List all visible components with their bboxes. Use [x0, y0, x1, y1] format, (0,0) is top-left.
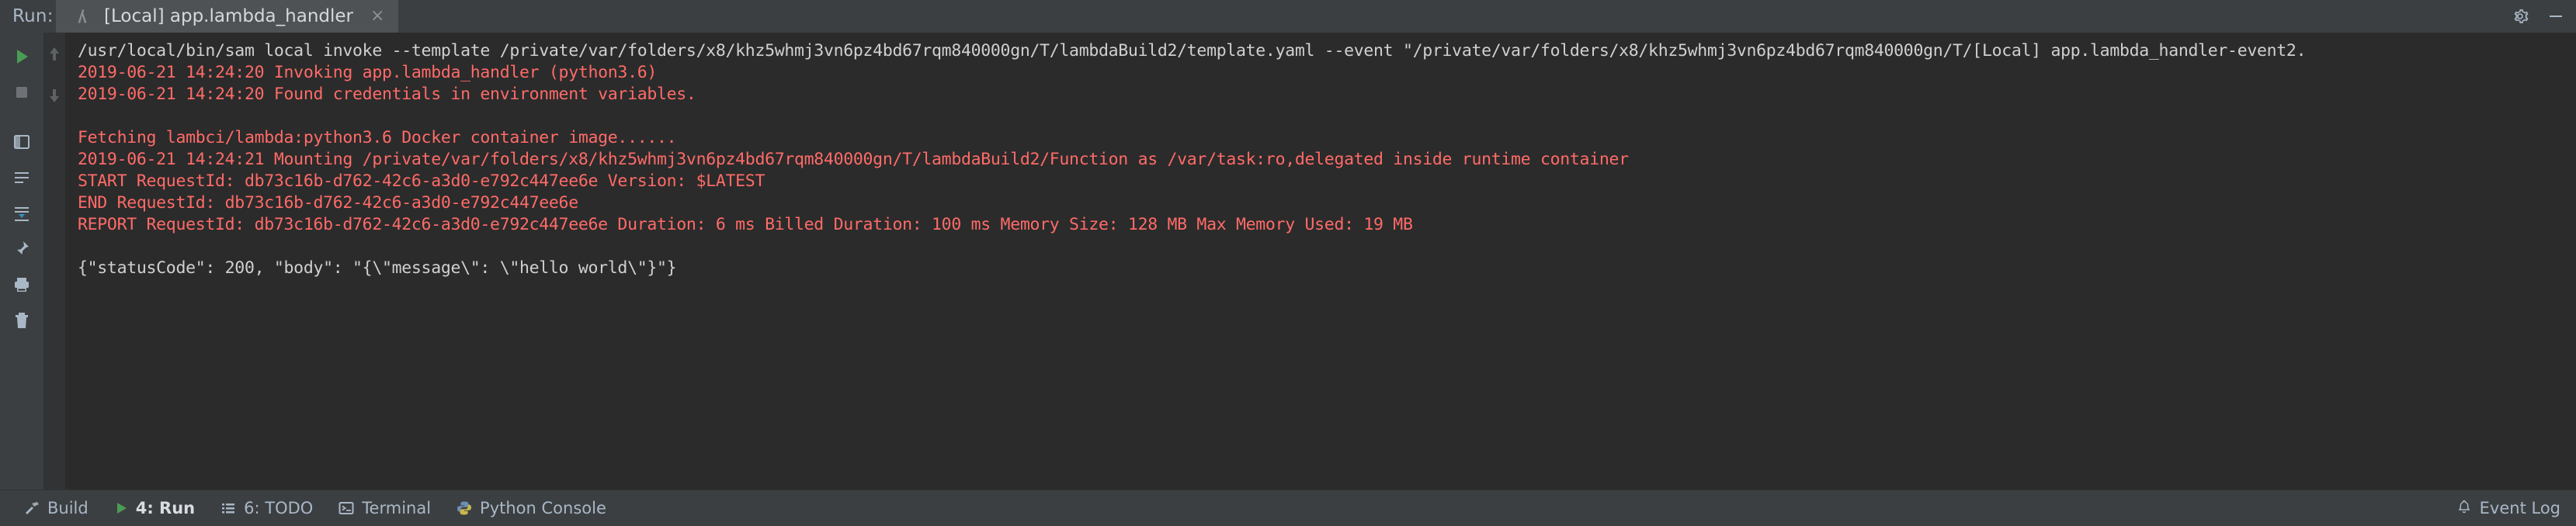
- run-tabstrip: [Local] app.lambda_handler ×: [56, 0, 2576, 33]
- status-build-label: Build: [47, 499, 89, 517]
- tab-local-app-lambda-handler[interactable]: [Local] app.lambda_handler ×: [56, 0, 399, 33]
- run-window-controls: [2511, 0, 2565, 33]
- play-icon: [113, 500, 129, 516]
- status-todo[interactable]: 6: TODO: [207, 490, 325, 526]
- rerun-button[interactable]: [3, 40, 40, 73]
- console-line: Fetching lambci/lambda:python3.6 Docker …: [78, 128, 677, 147]
- console-line: 2019-06-21 14:24:21 Mounting /private/va…: [78, 150, 1629, 169]
- gear-icon[interactable]: [2511, 7, 2529, 26]
- status-run-label: 4: Run: [135, 499, 196, 517]
- wrap-text-button[interactable]: [3, 161, 40, 194]
- console-line: 2019-06-21 14:24:20 Invoking app.lambda_…: [78, 63, 658, 82]
- bell-icon: [2456, 499, 2472, 518]
- console-line: START RequestId: db73c16b-d762-42c6-a3d0…: [78, 171, 766, 191]
- arrow-up-icon[interactable]: [47, 45, 62, 65]
- console-line: {"statusCode": 200, "body": "{\"message\…: [78, 258, 677, 278]
- console-gutter: [43, 33, 65, 490]
- tab-title: [Local] app.lambda_handler: [104, 6, 354, 26]
- console-line: /usr/local/bin/sam local invoke --templa…: [78, 41, 2307, 61]
- pin-tab-button[interactable]: [3, 233, 40, 265]
- list-icon: [220, 500, 237, 517]
- status-terminal[interactable]: Terminal: [325, 490, 443, 526]
- status-event-log-label: Event Log: [2479, 499, 2560, 517]
- run-window-header: Run: [Local] app.lambda_handler ×: [0, 0, 2576, 33]
- scroll-end-icon: [12, 203, 32, 223]
- status-run[interactable]: 4: Run: [101, 490, 207, 526]
- status-python-console-label: Python Console: [480, 499, 606, 517]
- terminal-icon: [338, 500, 355, 517]
- run-label: Run:: [12, 6, 54, 26]
- status-terminal-label: Terminal: [362, 499, 432, 517]
- console-output[interactable]: /usr/local/bin/sam local invoke --templa…: [65, 33, 2576, 490]
- status-python-console[interactable]: Python Console: [443, 490, 619, 526]
- status-event-log[interactable]: Event Log: [2456, 499, 2560, 518]
- trash-icon: [12, 310, 32, 330]
- layout-icon: [12, 132, 32, 152]
- scroll-to-end-button[interactable]: [3, 197, 40, 230]
- play-icon: [12, 47, 32, 67]
- delete-button[interactable]: [3, 304, 40, 337]
- wrap-text-icon: [12, 168, 32, 188]
- console-line: 2019-06-21 14:24:20 Found credentials in…: [78, 85, 696, 104]
- hammer-icon: [23, 500, 40, 517]
- status-bar: Build 4: Run 6: TODO Terminal Python Con…: [0, 490, 2576, 526]
- run-toolbar: [0, 33, 43, 490]
- python-icon: [456, 500, 473, 517]
- aws-lambda-icon: [73, 6, 93, 26]
- stop-square-icon: [12, 82, 32, 102]
- pin-icon: [12, 239, 32, 259]
- minimize-icon[interactable]: [2546, 7, 2565, 26]
- console-line: END RequestId: db73c16b-d762-42c6-a3d0-e…: [78, 193, 578, 213]
- console-area: /usr/local/bin/sam local invoke --templa…: [43, 33, 2576, 490]
- arrow-down-icon[interactable]: [47, 87, 62, 107]
- status-build[interactable]: Build: [11, 490, 101, 526]
- status-todo-label: 6: TODO: [244, 499, 314, 517]
- console-line: REPORT RequestId: db73c16b-d762-42c6-a3d…: [78, 215, 1413, 234]
- stop-button[interactable]: [3, 76, 40, 109]
- layout-button[interactable]: [3, 126, 40, 158]
- printer-icon: [12, 275, 32, 295]
- run-window-body: /usr/local/bin/sam local invoke --templa…: [0, 33, 2576, 490]
- run-tool-window: Run: [Local] app.lambda_handler × /usr/l…: [0, 0, 2576, 526]
- print-button[interactable]: [3, 268, 40, 301]
- close-icon[interactable]: ×: [370, 8, 384, 25]
